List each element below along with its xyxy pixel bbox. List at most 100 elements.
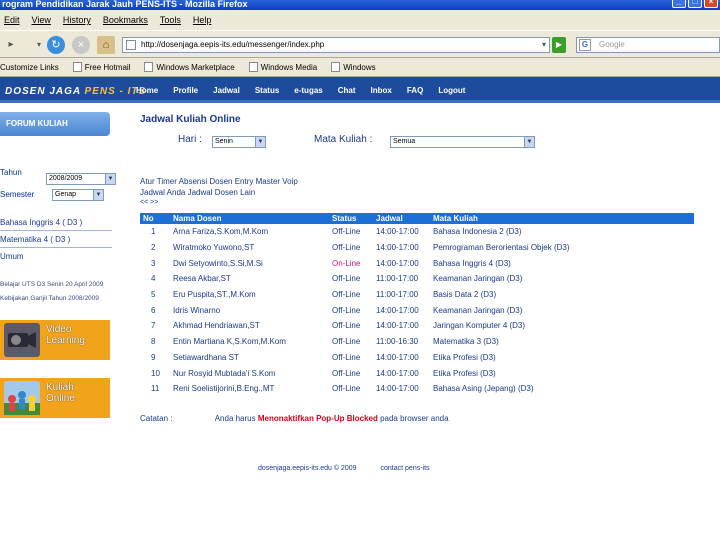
cell-jadwal: 14:00-17:00 (376, 227, 419, 237)
nav-jadwal[interactable]: Jadwal (213, 86, 240, 95)
dropdown-icon[interactable]: ▾ (30, 36, 48, 54)
cell-nama-dosen[interactable]: Wiratmoko Yuwono,ST (170, 240, 329, 256)
sidebar-link-umum[interactable]: Umum (0, 250, 112, 265)
menu-history[interactable]: History (63, 15, 91, 25)
nav-etugas[interactable]: e-tugas (294, 86, 322, 95)
col-nama-dosen: Nama Dosen (170, 213, 329, 224)
address-bar[interactable]: http://dosenjaga.eepis-its.edu/messenger… (122, 37, 550, 53)
cell-status: Off-Line (332, 321, 361, 331)
chevron-down-icon: ▼ (93, 190, 103, 200)
chevron-down-icon: ▼ (105, 174, 115, 184)
url-text: http://dosenjaga.eepis-its.edu/messenger… (141, 40, 325, 49)
cell-nama-dosen[interactable]: Akhmad Hendriawan,ST (170, 318, 329, 334)
nav-logout[interactable]: Logout (438, 86, 465, 95)
nav-inbox[interactable]: Inbox (371, 86, 392, 95)
home-icon[interactable]: ⌂ (97, 36, 115, 54)
cell-nama-dosen[interactable]: Idris Winarno (170, 302, 329, 318)
jadwal-links[interactable]: Jadwal Anda Jadwal Dosen Lain (140, 188, 255, 197)
cell-no: 8 (151, 337, 156, 347)
bookmark-windows[interactable]: Windows (331, 62, 376, 72)
cell-nama-dosen[interactable]: Eru Puspita,ST.,M.Kom (170, 287, 329, 303)
close-button[interactable]: × (704, 0, 718, 8)
title-bar: rogram Pendidikan Jarak Jauh PENS-ITS - … (0, 0, 720, 10)
mata-kuliah-label: Mata Kuliah : (314, 134, 373, 145)
menu-view[interactable]: View (32, 15, 51, 25)
go-button[interactable]: ▶ (552, 37, 566, 53)
video-learning-text: Video Learning (46, 324, 85, 346)
students-icon (4, 381, 40, 415)
sidebar-news-2[interactable]: Kebijakan Ganjil Tahun 2008/2009 (0, 295, 112, 303)
forward-icon[interactable]: ▸ (2, 36, 20, 54)
cell-jadwal: 14:00-17:00 (376, 384, 419, 394)
tahun-select[interactable]: 2008/2009 ▼ (46, 173, 116, 185)
cell-nama-dosen[interactable]: Reni Soelistijorini,B.Eng.,MT (170, 381, 329, 397)
cell-nama-dosen[interactable]: Arna Fariza,S.Kom,M.Kom (170, 224, 329, 240)
cell-nama-dosen[interactable]: Setiawardhana ST (170, 350, 329, 366)
minimize-button[interactable]: _ (672, 0, 686, 8)
page-content: DOSEN JAGA PENS - ITS Home Profile Jadwa… (0, 77, 720, 540)
stop-icon[interactable]: × (72, 36, 90, 54)
menu-edit[interactable]: Edit (4, 15, 20, 25)
cell-jadwal: 14:00-17:00 (376, 368, 419, 378)
chevron-down-icon: ▼ (255, 137, 265, 147)
sidebar-news-1[interactable]: Belajar UTS D3 Senin 20 April 2009 (0, 281, 112, 289)
sidebar-link-bahasa-inggris[interactable]: Bahasa Inggris 4 ( D3 ) (0, 216, 112, 231)
bookmark-windows-media[interactable]: Windows Media (248, 62, 317, 72)
video-learning-banner[interactable]: Video Learning (0, 320, 110, 360)
page-icon (126, 40, 136, 50)
forum-kuliah-button[interactable]: FORUM KULIAH (0, 112, 110, 136)
table-row: 5 Eru Puspita,ST.,M.Kom Off-Line 11:00-17:0… (140, 287, 694, 303)
hari-select[interactable]: Senin ▼ (212, 136, 266, 148)
menu-help[interactable]: Help (193, 15, 212, 25)
kuliah-online-banner[interactable]: Kuliah Online (0, 378, 110, 418)
admin-links[interactable]: Atur Timer Absensi Dosen Entry Master Vo… (140, 177, 298, 186)
table-row: 9 Setiawardhana ST Off-Line 14:00-17:00 Etik… (140, 350, 694, 366)
nav-status[interactable]: Status (255, 86, 279, 95)
page-icon (72, 62, 82, 72)
table-row: 7 Akhmad Hendriawan,ST Off-Line 14:00-17:00… (140, 318, 694, 334)
cell-no: 10 (151, 368, 160, 378)
bookmark-free-hotmail[interactable]: Free Hotmail (72, 62, 130, 72)
cell-no: 9 (151, 352, 156, 362)
reload-icon[interactable]: ↻ (47, 36, 65, 54)
cell-status: Off-Line (332, 384, 361, 394)
cell-jadwal: 14:00-17:00 (376, 305, 419, 315)
nav-home[interactable]: Home (136, 86, 158, 95)
cell-nama-dosen[interactable]: Nur Rosyid Mubtada'i S.Kom (170, 365, 329, 381)
cell-status: Off-Line (332, 352, 361, 362)
table-row: 6 Idris Winarno Off-Line 14:00-17:00 Keamana… (140, 302, 694, 318)
pager-links[interactable]: << >> (140, 199, 158, 206)
maximize-button[interactable]: □ (688, 0, 702, 8)
cell-status: Off-Line (332, 290, 361, 300)
cell-nama-dosen[interactable]: Entin Martiana K,S.Kom,M.Kom (170, 334, 329, 350)
footer-contact-link[interactable]: contact pens-its (381, 465, 430, 472)
nav-chat[interactable]: Chat (338, 86, 356, 95)
table-row: 3 Dwi Setyowinto,S.Si,M.Si On-Line 14:00-17… (140, 255, 694, 271)
cell-jadwal: 11:00-17:00 (376, 290, 419, 300)
page-icon (331, 62, 341, 72)
footer: dosenjaga.eepis-its.edu © 2009 contact p… (258, 465, 430, 472)
cell-status: Off-Line (332, 305, 361, 315)
site-header: DOSEN JAGA PENS - ITS Home Profile Jadwa… (0, 77, 720, 103)
google-icon[interactable]: G (579, 39, 591, 51)
cell-mata-kuliah: Bahasa Inggris 4 (D3) (433, 258, 511, 268)
menu-tools[interactable]: Tools (160, 15, 181, 25)
mata-kuliah-select[interactable]: Semua ▼ (390, 136, 535, 148)
bookmark-windows-marketplace[interactable]: Windows Marketplace (144, 62, 235, 72)
cell-nama-dosen[interactable]: Reesa Akbar,ST (170, 271, 329, 287)
sidebar-link-matematika[interactable]: Matematika 4 ( D3 ) (0, 233, 112, 248)
cell-nama-dosen[interactable]: Dwi Setyowinto,S.Si,M.Si (170, 255, 329, 271)
search-input[interactable]: G Google (576, 37, 720, 53)
cell-status: Off-Line (332, 368, 361, 378)
bookmark-customize-links[interactable]: Customize Links (0, 63, 59, 72)
nav-faq[interactable]: FAQ (407, 86, 423, 95)
table-row: 10 Nur Rosyid Mubtada'i S.Kom Off-Line 14:0… (140, 365, 694, 381)
menu-bookmarks[interactable]: Bookmarks (103, 15, 148, 25)
table-row: 1 Arna Fariza,S.Kom,M.Kom Off-Line 14:00-17… (140, 224, 694, 240)
col-status: Status (329, 213, 373, 224)
semester-select[interactable]: Genap ▼ (52, 189, 104, 201)
cell-status: Off-Line (332, 243, 361, 253)
video-camera-icon (4, 323, 40, 357)
nav-profile[interactable]: Profile (173, 86, 198, 95)
url-dropdown-icon[interactable]: ▾ (542, 38, 546, 52)
